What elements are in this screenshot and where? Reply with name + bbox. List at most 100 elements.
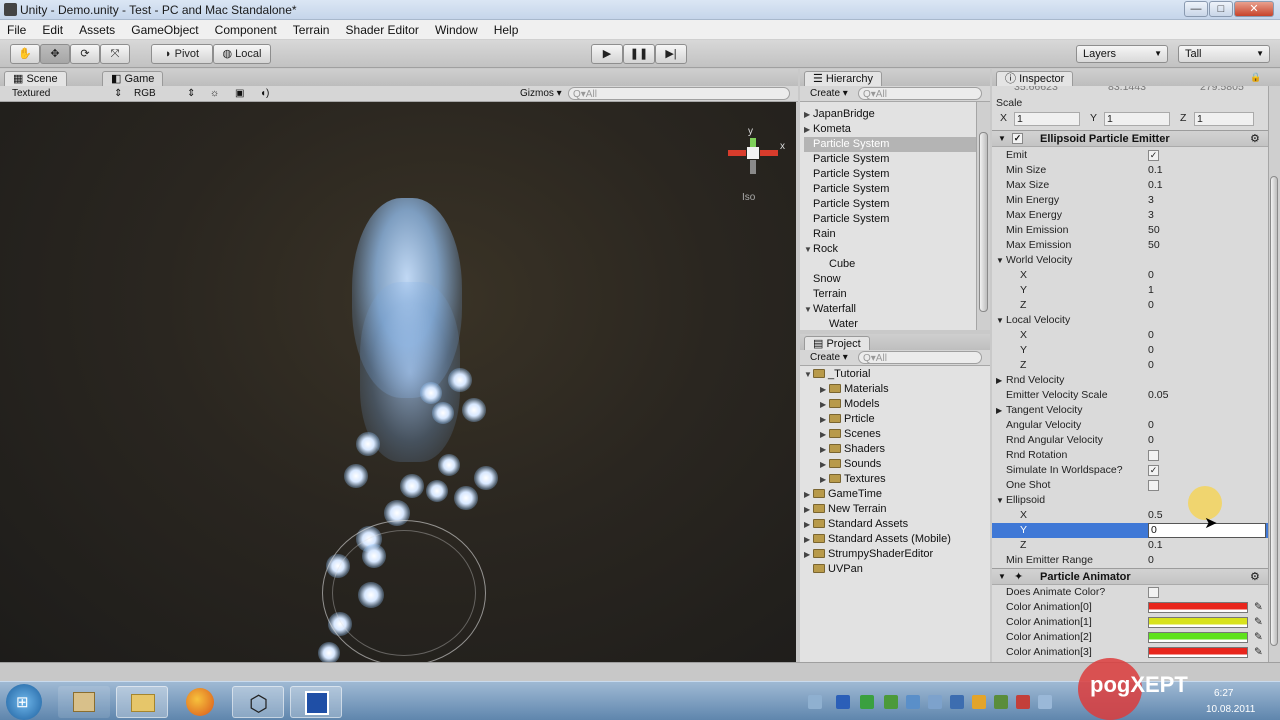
tab-game[interactable]: ◧ Game [102,71,164,87]
property-value-input[interactable]: 0.1 [1148,538,1163,553]
menu-assets[interactable]: Assets [72,20,121,38]
eyedropper-icon[interactable]: ✎ [1254,645,1263,660]
render-mode-dropdown[interactable]: Textured [8,87,118,100]
rotation-x-value[interactable]: 35.66623 [1014,86,1058,95]
layout-dropdown[interactable]: Tall ▼ [1178,45,1270,63]
taskbar-recorder-icon[interactable] [290,686,342,718]
fold-arrow-icon[interactable]: ▶ [996,403,1002,418]
property-value-input[interactable]: 1 [1148,283,1154,298]
hierarchy-scrollbar[interactable] [976,102,990,330]
property-value-input[interactable]: 3 [1148,208,1154,223]
hierarchy-item[interactable]: Particle System [804,167,976,182]
project-item[interactable]: UVPan [804,562,976,577]
property-value-input[interactable]: 0.05 [1148,388,1168,403]
project-item[interactable]: ▼ _Tutorial [804,367,976,382]
start-button[interactable]: ⊞ [6,684,42,720]
property-value-input[interactable]: 3 [1148,193,1154,208]
hierarchy-item[interactable]: ▶ Kometa [804,122,976,137]
fold-arrow-icon[interactable]: ▼ [996,253,1004,268]
project-search-input[interactable]: Q▾All [858,351,982,364]
tray-shield-icon[interactable] [884,695,898,709]
menu-edit[interactable]: Edit [35,20,69,38]
hierarchy-item[interactable]: Cube [820,257,976,272]
fold-arrow-icon[interactable]: ▶ [820,397,829,412]
property-checkbox[interactable]: ✓ [1148,465,1159,476]
play-button[interactable]: ▶ [591,44,623,64]
hierarchy-item[interactable]: Particle System [804,137,976,152]
pivot-toggle[interactable]: ◗ Pivot [151,44,213,64]
fold-arrow-icon[interactable]: ▶ [996,373,1002,388]
scroll-thumb[interactable] [1270,176,1278,646]
scene-viewport[interactable]: y x Iso [0,102,796,662]
property-value-input[interactable]: 0 [1148,433,1154,448]
hierarchy-item[interactable]: Snow [804,272,976,287]
fold-arrow-icon[interactable]: ▶ [820,412,829,427]
taskbar-firefox-icon[interactable] [174,686,226,718]
inspector-scrollbar[interactable] [1268,86,1280,662]
property-value-input[interactable]: 0 [1148,343,1154,358]
gizmos-dropdown[interactable]: Gizmos ▾ [516,87,566,100]
tray-volume-icon[interactable] [1038,695,1052,709]
fold-arrow-icon[interactable]: ▶ [804,122,813,137]
taskbar-library-icon[interactable] [58,686,110,718]
menu-help[interactable]: Help [487,20,525,38]
project-item[interactable]: ▶ GameTime [804,487,976,502]
project-item[interactable]: ▶ Standard Assets (Mobile) [804,532,976,547]
hierarchy-item[interactable]: Particle System [804,152,976,167]
rotate-tool-button[interactable]: ⟳ [70,44,100,64]
tab-scene[interactable]: ▦ Scene [4,71,67,87]
hierarchy-item[interactable]: Particle System [804,197,976,212]
scene-orientation-gizmo[interactable]: y x Iso [728,126,790,216]
lock-icon[interactable]: 🔒 [1250,72,1261,83]
move-tool-button[interactable]: ✥ [40,44,70,64]
fold-arrow-icon[interactable]: ▼ [804,367,813,382]
property-value-input[interactable]: 0 [1148,418,1154,433]
hierarchy-item[interactable]: ▼Waterfall [804,302,976,317]
fold-arrow-icon[interactable]: ▼ [998,569,1006,585]
menu-component[interactable]: Component [208,20,283,38]
menu-gameobject[interactable]: GameObject [124,20,204,38]
fold-arrow-icon[interactable]: ▼ [996,493,1004,508]
property-checkbox[interactable] [1148,587,1159,598]
axis-center-cube[interactable] [747,147,759,159]
taskbar-unity-icon[interactable]: ⬡ [232,686,284,718]
component-gear-icon[interactable]: ⚙ [1250,569,1260,585]
fold-arrow-icon[interactable]: ▼ [996,313,1004,328]
lighting-toggle-icon[interactable]: ☼ [206,87,223,100]
fold-arrow-icon[interactable]: ▶ [820,442,829,457]
eyedropper-icon[interactable]: ✎ [1254,630,1263,645]
property-value-input[interactable]: 0 [1148,268,1154,283]
fold-arrow-icon[interactable]: ▶ [820,457,829,472]
color-swatch[interactable] [1148,632,1248,643]
hierarchy-item[interactable]: ▼Rock [804,242,976,257]
ellipsoid-emitter-header[interactable]: ▼ ✓ Ellipsoid Particle Emitter ⚙ [992,130,1270,147]
step-button[interactable]: ▶| [655,44,687,64]
property-value-input[interactable]: 0.5 [1148,508,1163,523]
hierarchy-item[interactable]: ▶ JapanBridge [804,107,976,122]
hand-tool-button[interactable]: ✋ [10,44,40,64]
audio-toggle-icon[interactable]: ◖) [256,87,273,100]
local-toggle[interactable]: ◍ Local [213,44,271,64]
tab-inspector[interactable]: ⓘ Inspector [996,71,1074,87]
project-item[interactable]: ▶ Prticle [820,412,976,427]
property-value-input[interactable]: 0 [1148,553,1154,568]
property-checkbox[interactable] [1148,450,1159,461]
scale-tool-button[interactable]: ⤧ [100,44,130,64]
minimize-button[interactable]: — [1184,1,1208,17]
axis-z-arrow[interactable] [760,150,778,156]
project-item[interactable]: ▶ Standard Assets [804,517,976,532]
tray-arrow-icon[interactable] [808,695,822,709]
scale-y-input[interactable]: 1 [1104,112,1170,126]
property-value-input[interactable]: 0 [1148,358,1154,373]
pause-button[interactable]: ❚❚ [623,44,655,64]
project-item[interactable]: ▶ Materials [820,382,976,397]
fold-arrow-icon[interactable]: ▶ [804,107,813,122]
clock-time[interactable]: 6:27 [1214,688,1233,699]
fold-arrow-icon[interactable]: ▶ [820,472,829,487]
property-checkbox[interactable] [1148,480,1159,491]
hierarchy-item[interactable]: Water [820,317,976,332]
fold-arrow-icon[interactable]: ▼ [998,131,1006,147]
project-item[interactable]: ▶ Scenes [820,427,976,442]
property-checkbox[interactable]: ✓ [1148,150,1159,161]
color-mode-dropdown[interactable]: RGB [130,87,190,100]
